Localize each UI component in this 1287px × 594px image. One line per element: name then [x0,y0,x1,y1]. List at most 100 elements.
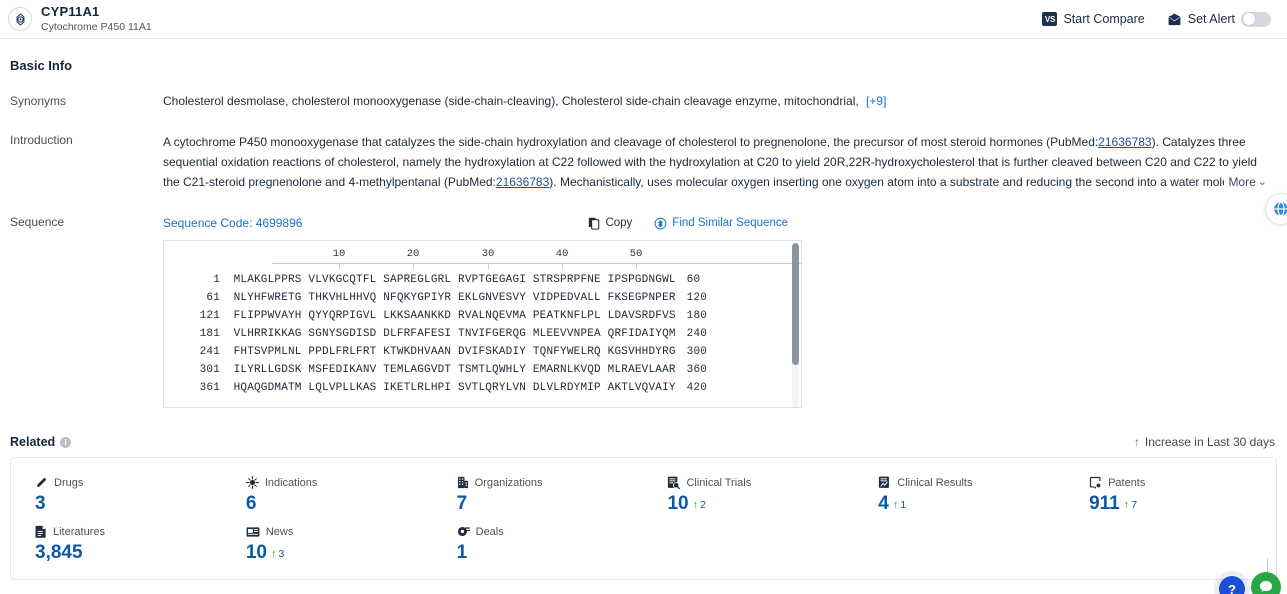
related-tile-delta: ↑ 2 [693,498,706,515]
sequence-label: Sequence [10,215,65,230]
related-tile-label: Literatures [53,525,105,538]
page-subtitle: Cytochrome P450 11A1 [41,20,152,33]
related-tile-delta-value: 7 [1131,498,1138,511]
sequence-viewer[interactable]: 10 20 30 40 50 1 MLAKGLPPRS VLVKGCQTFL S… [163,240,802,409]
related-tile-label: Patents [1108,476,1146,489]
synonyms-row: Synonyms Cholesterol desmolase, choleste… [10,93,1277,110]
related-card: Drugs 3 Indications 6 Organizations 7 Clinical… [10,457,1277,581]
related-tile-delta-value: 3 [278,547,285,560]
sequence-residues: NLYHFWRETG THKVHLHHVQ NFQKYGPIYR EKLGNVE… [220,292,676,305]
set-alert-label: Set Alert [1187,12,1235,26]
sequence-line: 181 VLHRRIKKAG SGNYSGDISD DLFRFAFESI TNV… [176,325,801,343]
related-tile-value-row: 10 ↑ 3 [246,543,433,563]
related-tile-value: 3 [35,493,46,515]
introduction-label: Introduction [10,133,73,148]
literature-icon [35,525,47,539]
related-tile-delta-value: 2 [700,498,706,511]
ruler-tick-20: 20 [406,248,420,261]
sequence-code[interactable]: Sequence Code: 4699896 [163,216,302,230]
related-tile-drugs[interactable]: Drugs 3 [11,471,222,520]
arrow-up-icon: ↑ [892,498,899,511]
page-title: CYP11A1 [41,4,100,19]
pill-icon [35,476,48,489]
ruler-tick-50: 50 [629,248,643,261]
start-compare-label: Start Compare [1063,12,1145,26]
related-tile-grid: Drugs 3 Indications 6 Organizations 7 Clinical… [11,471,1276,569]
help-icon[interactable]: ? [1219,576,1245,594]
related-tile-indications[interactable]: Indications 6 [222,471,433,520]
copy-icon [588,217,600,230]
related-tile-literatures[interactable]: Literatures 3,845 [11,520,222,569]
related-tile-clinical-trials[interactable]: Clinical Trials 10 ↑ 2 [643,471,854,520]
sequence-scrollbar[interactable] [792,243,799,408]
related-tile-clinical-results[interactable]: Clinical Results 4 ↑ 1 [854,471,1065,520]
pubmed-link-1[interactable]: 21636783 [1098,135,1151,149]
ruler-tick-mark-40 [562,263,563,270]
sequence-lines: 1 MLAKGLPPRS VLVKGCQTFL SAPREGLGRL RVPTG… [164,271,801,397]
introduction-more-button[interactable]: More ⌄ [1224,172,1267,193]
arrow-up-icon: ↑ [1123,498,1130,511]
sequence-residues: ILYRLLGDSK MSFEDIKANV TEMLAGGVDT TSMTLQW… [220,364,676,377]
sequence-end-index: 300 [686,346,708,359]
chat-icon[interactable] [1251,572,1281,594]
related-tile-organizations[interactable]: Organizations 7 [433,471,644,520]
copy-button[interactable]: Copy [588,217,632,230]
related-title: Related [10,435,56,450]
arrow-up-icon: ↑ [1133,435,1140,450]
sequence-toolbar: Sequence Code: 4699896 Copy Find Similar… [163,214,1277,232]
sequence-start-index: 61 [206,292,220,305]
sequence-start-index: 301 [199,364,220,377]
target-icon [8,7,32,31]
info-icon[interactable]: i [60,436,72,448]
sequence-scrollbar-thumb[interactable] [792,243,799,366]
pubmed-link-2[interactable]: 21636783 [496,175,549,189]
sequence-start-index: 361 [199,382,220,395]
main-content: Basic Info Synonyms Cholesterol desmolas… [0,39,1287,581]
sequence-end-index: 180 [686,310,708,323]
sequence-end-index: 240 [686,328,708,341]
related-tile-value: 7 [456,493,468,515]
sequence-line: 361 HQAQGDMATM LQLVPLLKAS IKETLRLHPI SVT… [176,379,801,397]
patents-icon [1089,476,1102,489]
sequence-end-index: 420 [686,382,708,395]
news-icon [246,526,260,538]
start-compare-button[interactable]: VS Start Compare [1042,12,1145,26]
page-header: CYP11A1 Cytochrome P450 11A1 VS Start Co… [0,0,1287,39]
related-tile-delta: ↑ 1 [892,498,906,515]
ruler-baseline [272,263,801,265]
related-tile-value: 911 [1089,493,1120,515]
synonyms-more-link[interactable]: [+9] [866,94,886,108]
related-tile-value-row: 911 ↑ 7 [1089,494,1276,514]
copy-label: Copy [605,217,633,230]
ruler-tick-40: 40 [555,248,569,261]
related-tile-news[interactable]: News 10 ↑ 3 [222,520,433,569]
related-tile-header: Clinical Results [878,475,1065,490]
related-tile-value-row: 4 ↑ 1 [878,494,1065,514]
introduction-more-label: More [1228,175,1256,190]
set-alert-toggle[interactable] [1241,11,1271,27]
sequence-start-index: 241 [199,346,220,359]
related-tile-value: 4 [878,493,889,515]
related-tile-value-row: 3,845 [35,543,222,563]
related-tile-label: Indications [264,476,318,489]
related-tile-header: Patents [1089,475,1276,490]
related-tile-patents[interactable]: Patents 911 ↑ 7 [1065,471,1276,520]
clinical-trials-icon [667,476,681,490]
related-tile-label: Clinical Results [897,476,973,489]
sequence-residues: FHTSVPMLNL PPDLFRLFRT KTWKDHVAAN DVIFSKA… [220,346,676,359]
find-similar-label: Find Similar Sequence [672,217,788,230]
clinical-results-icon [878,476,891,489]
versus-icon: VS [1042,12,1058,26]
set-alert-control[interactable]: Set Alert [1167,11,1271,27]
related-tile-value: 1 [456,542,468,564]
sequence-ruler: 10 20 30 40 50 [262,241,801,271]
related-tile-deals[interactable]: Deals 1 [433,520,644,569]
ruler-tick-mark-30 [488,263,489,270]
building-icon [457,476,469,489]
floating-action-buttons: ? [1219,572,1281,594]
related-tile-value: 3,845 [35,542,83,564]
related-tile-label: Drugs [54,476,84,489]
related-tile-header: Deals [457,524,644,539]
find-similar-sequence-button[interactable]: Find Similar Sequence [654,217,788,230]
alert-envelope-icon [1167,12,1182,26]
